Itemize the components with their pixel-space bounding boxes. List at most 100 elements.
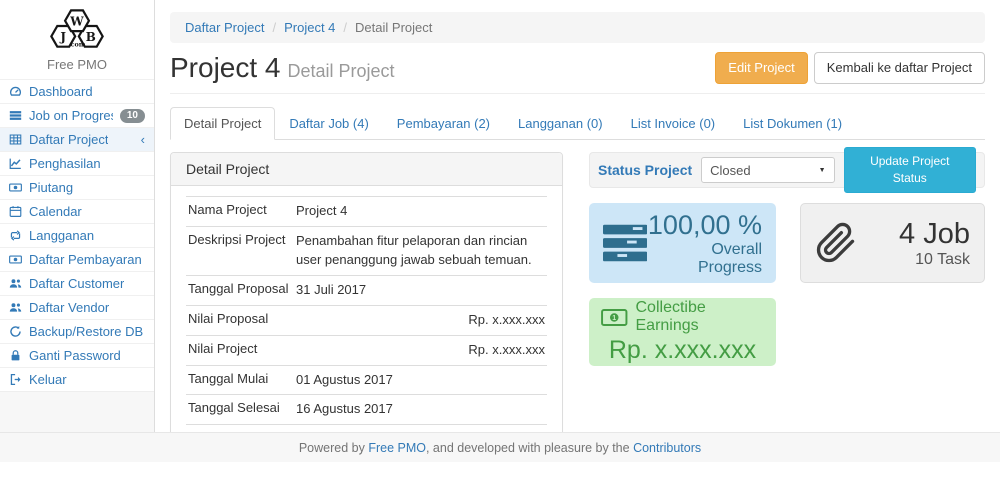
sidebar-item-keluar[interactable]: Keluar <box>0 367 154 391</box>
sidebar-item-label: Daftar Project <box>29 132 108 147</box>
panel-title: Detail Project <box>171 153 562 186</box>
money-icon <box>9 181 22 194</box>
tasks-icon <box>9 109 22 122</box>
summary-cards: 100,00 % Overall Progress 4 Job 10 Task <box>589 203 985 283</box>
breadcrumb-separator: / <box>335 20 355 35</box>
tab-pembayaran[interactable]: Pembayaran (2) <box>383 107 504 140</box>
breadcrumb-project-4[interactable]: Project 4 <box>284 20 335 35</box>
status-select-value: Closed <box>710 163 750 178</box>
job-text: 4 Job 10 Task <box>899 218 970 269</box>
refresh-icon <box>9 325 22 338</box>
sidebar-item-daftar-pembayaran[interactable]: Daftar Pembayaran <box>0 247 154 271</box>
breadcrumb-current: Detail Project <box>355 20 432 35</box>
svg-text:1: 1 <box>612 315 616 322</box>
edit-project-button[interactable]: Edit Project <box>715 52 807 84</box>
select-arrow-icon: ▼ <box>819 167 826 174</box>
table-row: Status Closed <box>186 424 547 432</box>
progress-value: 100,00 % <box>647 210 762 241</box>
sidebar-item-label: Ganti Password <box>29 348 121 363</box>
tab-list-invoice[interactable]: List Invoice (0) <box>617 107 730 140</box>
sidebar-item-label: Job on Progress <box>29 108 113 123</box>
svg-text:.com: .com <box>68 40 85 48</box>
sidebar-item-penghasilan[interactable]: Penghasilan <box>0 151 154 175</box>
chevron-left-icon: ‹ <box>141 133 145 146</box>
breadcrumb-daftar-project[interactable]: Daftar Project <box>185 20 264 35</box>
free-pmo-link[interactable]: Free PMO <box>368 441 426 455</box>
progress-text: 100,00 % Overall Progress <box>647 210 762 277</box>
calendar-icon <box>9 205 22 218</box>
sidebar-item-label: Calendar <box>29 204 82 219</box>
tasks-icon <box>603 224 647 262</box>
sidebar-item-langganan[interactable]: Langganan <box>0 223 154 247</box>
update-project-status-button[interactable]: Update Project Status <box>844 147 976 193</box>
left-column: Detail Project Nama Project Project 4 De… <box>170 152 563 432</box>
svg-text:B: B <box>86 30 96 44</box>
svg-text:W: W <box>69 14 84 28</box>
back-to-project-list-button[interactable]: Kembali ke daftar Project <box>814 52 985 84</box>
status-project-bar: Status Project Closed ▼ Update Project S… <box>589 152 985 188</box>
page-header: Project 4 Detail Project Edit Project Kem… <box>170 43 985 94</box>
dashboard-icon <box>9 85 22 98</box>
tab-daftar-job[interactable]: Daftar Job (4) <box>275 107 382 140</box>
job-count: 4 Job <box>899 218 970 251</box>
panel-body: Nama Project Project 4 Deskripsi Project… <box>171 186 562 432</box>
jwb-logo-icon: J W B .com <box>34 7 120 51</box>
right-column: Status Project Closed ▼ Update Project S… <box>589 152 985 432</box>
tab-list-dokumen[interactable]: List Dokumen (1) <box>729 107 856 140</box>
status-select[interactable]: Closed ▼ <box>701 157 834 183</box>
sidebar-item-label: Backup/Restore DB <box>29 324 143 339</box>
page-title-group: Project 4 Detail Project <box>170 53 395 84</box>
sidebar-item-daftar-customer[interactable]: Daftar Customer <box>0 271 154 295</box>
footer: Powered by Free PMO, and developed with … <box>0 432 1000 462</box>
sidebar-item-daftar-project[interactable]: Daftar Project ‹ <box>0 127 154 151</box>
sidebar-top: J W B .com Free PMO Dashboard Job on Pro… <box>0 0 154 392</box>
sign-out-icon <box>9 373 22 386</box>
sidebar-item-piutang[interactable]: Piutang <box>0 175 154 199</box>
breadcrumb-separator: / <box>264 20 284 35</box>
contributors-link[interactable]: Contributors <box>633 441 701 455</box>
detail-project-panel: Detail Project Nama Project Project 4 De… <box>170 152 563 432</box>
sidebar-item-label: Langganan <box>29 228 94 243</box>
sidebar-menu: Dashboard Job on Progress 10 Daftar Proj… <box>0 79 154 391</box>
header-buttons: Edit Project Kembali ke daftar Project <box>715 52 985 84</box>
sidebar-item-label: Piutang <box>29 180 73 195</box>
sidebar-item-label: Dashboard <box>29 84 93 99</box>
table-row: Nama Project Project 4 <box>186 196 547 226</box>
table-row: Nilai Proposal Rp. x.xxx.xxx <box>186 305 547 335</box>
svg-text:J: J <box>59 30 66 44</box>
earnings-header: 1 Collectibe Earnings <box>599 299 766 335</box>
columns: Detail Project Nama Project Project 4 De… <box>170 152 985 432</box>
table-row: Tanggal Mulai 01 Agustus 2017 <box>186 365 547 395</box>
sidebar-item-dashboard[interactable]: Dashboard <box>0 79 154 103</box>
status-project-label: Status Project <box>598 162 692 178</box>
users-icon <box>9 277 22 290</box>
main-layout: J W B .com Free PMO Dashboard Job on Pro… <box>0 0 1000 432</box>
sidebar-item-calendar[interactable]: Calendar <box>0 199 154 223</box>
users-icon <box>9 301 22 314</box>
earnings-title: Collectibe Earnings <box>636 299 767 335</box>
page-subtitle: Detail Project <box>288 61 395 81</box>
table-row: Deskripsi Project Penambahan fitur pelap… <box>186 226 547 275</box>
money-icon <box>9 253 22 266</box>
table-icon <box>9 133 22 146</box>
brand: J W B .com Free PMO <box>0 0 154 79</box>
sidebar-item-daftar-vendor[interactable]: Daftar Vendor <box>0 295 154 319</box>
page-title: Project 4 <box>170 52 281 83</box>
paperclip-icon <box>815 220 857 266</box>
sidebar-item-job-on-progress[interactable]: Job on Progress 10 <box>0 103 154 127</box>
retweet-icon <box>9 229 22 242</box>
sidebar-item-backup-restore-db[interactable]: Backup/Restore DB <box>0 319 154 343</box>
progress-caption: Overall Progress <box>647 241 762 277</box>
sidebar-item-ganti-password[interactable]: Ganti Password <box>0 343 154 367</box>
tab-langganan[interactable]: Langganan (0) <box>504 107 617 140</box>
footer-text: Powered by Free PMO, and developed with … <box>299 441 701 455</box>
table-row: Tanggal Proposal 31 Juli 2017 <box>186 275 547 305</box>
brand-name: Free PMO <box>0 57 154 76</box>
task-count: 10 Task <box>899 251 970 269</box>
sidebar-item-label: Daftar Customer <box>29 276 124 291</box>
overall-progress-card: 100,00 % Overall Progress <box>589 203 776 283</box>
collectible-earnings-card: 1 Collectibe Earnings Rp. x.xxx.xxx <box>589 298 776 366</box>
tab-detail-project[interactable]: Detail Project <box>170 107 275 140</box>
earnings-value: Rp. x.xxx.xxx <box>599 336 766 365</box>
sidebar: J W B .com Free PMO Dashboard Job on Pro… <box>0 0 155 432</box>
